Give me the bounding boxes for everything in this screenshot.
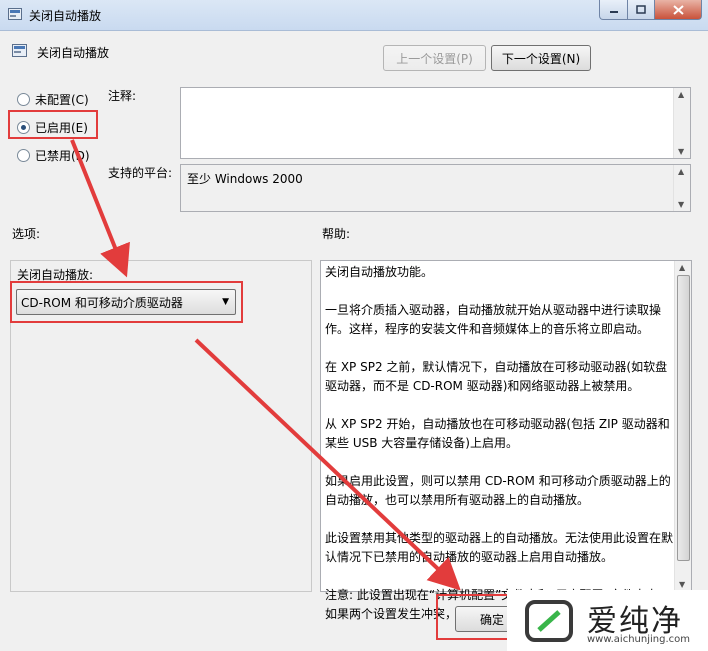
- platform-label: 支持的平台:: [108, 166, 173, 180]
- help-scrollbar-thumb[interactable]: [677, 275, 690, 561]
- platform-field: 至少 Windows 2000 ▲ ▼: [180, 164, 691, 212]
- prev-setting-button[interactable]: 上一个设置(P): [383, 45, 486, 71]
- brand-logo-icon: [525, 600, 577, 645]
- help-paragraph: 一旦将介质插入驱动器，自动播放就开始从驱动器中进行读取操作。这样，程序的安装文件…: [325, 303, 662, 336]
- help-paragraph: 关闭自动播放功能。: [325, 265, 434, 279]
- radio-not-configured[interactable]: 未配置(C): [17, 91, 89, 108]
- help-text: 关闭自动播放功能。 一旦将介质插入驱动器，自动播放就开始从驱动器中进行读取操作。…: [325, 263, 673, 643]
- radio-dot: [17, 149, 30, 162]
- help-paragraph: 此设置禁用其他类型的驱动器上的自动播放。无法使用此设置在默认情况下已禁用的自动播…: [325, 531, 674, 564]
- help-paragraph: 如果启用此设置，则可以禁用 CD-ROM 和可移动介质驱动器上的自动播放，也可以…: [325, 474, 671, 507]
- window-title: 关闭自动播放: [29, 9, 102, 23]
- annotation-box-enabled: [8, 110, 98, 139]
- comment-label: 注释:: [108, 89, 137, 103]
- title-bar: 关闭自动播放: [0, 0, 708, 31]
- radio-label: 未配置(C): [35, 93, 89, 107]
- maximize-button[interactable]: [627, 0, 655, 20]
- scroll-down-icon: ▼: [679, 580, 686, 589]
- watermark-url: www.aichunjing.com: [587, 634, 690, 645]
- maximize-icon: [636, 5, 646, 14]
- comment-scrollbar[interactable]: ▲ ▼: [673, 88, 690, 158]
- watermark: 爱纯净 www.aichunjing.com: [507, 590, 708, 651]
- help-paragraph: 在 XP SP2 之前，默认情况下，自动播放在可移动驱动器(如软盘驱动器，而不是…: [325, 360, 668, 393]
- close-icon: [672, 4, 684, 15]
- comment-textarea[interactable]: ▲ ▼: [180, 87, 691, 159]
- help-scrollbar[interactable]: ▲ ▼: [674, 261, 691, 591]
- annotation-box-select: [10, 281, 243, 323]
- close-button[interactable]: [654, 0, 702, 20]
- scroll-down-icon: ▼: [678, 200, 685, 209]
- radio-disabled[interactable]: 已禁用(D): [17, 147, 90, 164]
- next-setting-button[interactable]: 下一个设置(N): [491, 45, 591, 71]
- options-section-label: 选项:: [12, 227, 41, 241]
- platform-scrollbar[interactable]: ▲ ▼: [673, 165, 690, 211]
- platform-value: 至少 Windows 2000: [187, 172, 303, 186]
- scroll-up-icon: ▲: [678, 90, 685, 99]
- help-section-label: 帮助:: [322, 227, 351, 241]
- help-paragraph: 从 XP SP2 开始，自动播放也在可移动驱动器(包括 ZIP 驱动器和某些 U…: [325, 417, 670, 450]
- scroll-down-icon: ▼: [678, 147, 685, 156]
- minimize-icon: [609, 10, 618, 13]
- radio-label: 已禁用(D): [35, 149, 90, 163]
- radio-dot: [17, 93, 30, 106]
- help-pane: 关闭自动播放功能。 一旦将介质插入驱动器，自动播放就开始从驱动器中进行读取操作。…: [320, 260, 692, 621]
- scroll-up-icon: ▲: [679, 263, 686, 272]
- scroll-up-icon: ▲: [678, 167, 685, 176]
- policy-settings-icon: [8, 7, 23, 25]
- minimize-button[interactable]: [599, 0, 628, 20]
- policy-title: 关闭自动播放: [37, 46, 110, 60]
- policy-icon: [12, 43, 28, 62]
